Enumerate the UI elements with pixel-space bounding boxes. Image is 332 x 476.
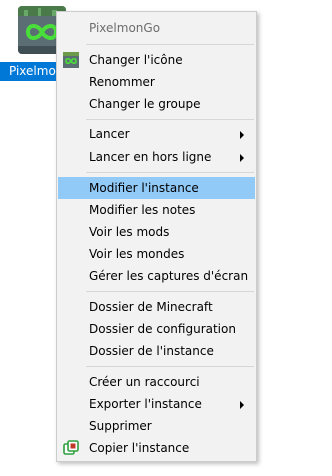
instance-folder-item[interactable]: Dossier de l'instance — [58, 340, 255, 362]
submenu-arrow-icon — [240, 401, 244, 409]
menu-separator — [86, 119, 254, 120]
change-group-item[interactable]: Changer le groupe — [58, 93, 255, 115]
config-folder-label: Dossier de configuration — [89, 322, 236, 336]
edit-instance-item[interactable]: Modifier l'instance — [58, 177, 255, 199]
copy-instance-item[interactable]: Copier l'instance — [58, 437, 255, 459]
menu-header-label: PixelmonGo — [89, 21, 161, 35]
config-folder-item[interactable]: Dossier de configuration — [58, 318, 255, 340]
rename-label: Renommer — [89, 75, 155, 89]
menu-separator — [86, 172, 254, 173]
menu-separator — [86, 291, 254, 292]
change-group-label: Changer le groupe — [89, 97, 201, 111]
rename-item[interactable]: Renommer — [58, 71, 255, 93]
view-worlds-item[interactable]: Voir les mondes — [58, 243, 255, 265]
submenu-arrow-icon — [240, 131, 244, 139]
manage-screenshots-item[interactable]: Gérer les captures d'écran — [58, 265, 255, 287]
delete-item[interactable]: Supprimer — [58, 415, 255, 437]
menu-separator — [86, 44, 254, 45]
edit-notes-item[interactable]: Modifier les notes — [58, 199, 255, 221]
menu-header: PixelmonGo — [58, 17, 255, 39]
copy-icon — [63, 440, 79, 456]
menu-separator — [86, 366, 254, 367]
create-shortcut-label: Créer un raccourci — [89, 375, 200, 389]
manage-screenshots-label: Gérer les captures d'écran — [89, 269, 249, 283]
export-instance-label: Exporter l'instance — [89, 397, 202, 411]
view-mods-item[interactable]: Voir les mods — [58, 221, 255, 243]
delete-label: Supprimer — [89, 419, 152, 433]
launch-offline-item[interactable]: Lancer en hors ligne — [58, 146, 255, 168]
launch-offline-label: Lancer en hors ligne — [89, 150, 212, 164]
pixelmon-infinity-icon — [63, 52, 79, 68]
export-instance-item[interactable]: Exporter l'instance — [58, 393, 255, 415]
context-menu: PixelmonGo Changer l'icône Renommer Chan… — [56, 11, 257, 462]
edit-notes-label: Modifier les notes — [89, 203, 196, 217]
launch-item[interactable]: Lancer — [58, 123, 255, 145]
edit-instance-label: Modifier l'instance — [89, 181, 199, 195]
change-icon-item[interactable]: Changer l'icône — [58, 49, 255, 71]
change-icon-label: Changer l'icône — [89, 53, 183, 67]
instance-folder-label: Dossier de l'instance — [89, 344, 214, 358]
launch-label: Lancer — [89, 127, 130, 141]
minecraft-folder-label: Dossier de Minecraft — [89, 300, 213, 314]
submenu-arrow-icon — [240, 154, 244, 162]
copy-instance-label: Copier l'instance — [89, 441, 190, 455]
view-worlds-label: Voir les mondes — [89, 247, 185, 261]
create-shortcut-item[interactable]: Créer un raccourci — [58, 371, 255, 393]
minecraft-folder-item[interactable]: Dossier de Minecraft — [58, 296, 255, 318]
view-mods-label: Voir les mods — [89, 225, 170, 239]
instance-name-label[interactable]: Pixelmon — [0, 62, 62, 81]
